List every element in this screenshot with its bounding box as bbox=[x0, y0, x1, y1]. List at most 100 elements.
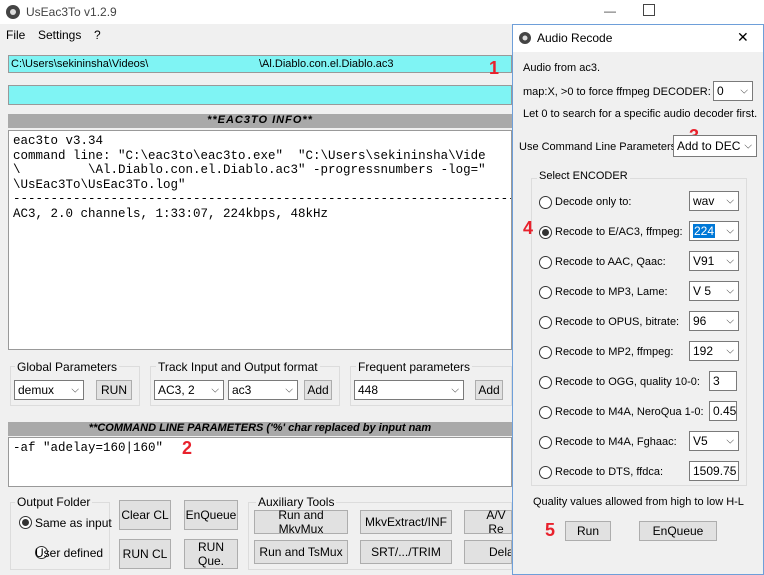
encoder-value: wav bbox=[693, 194, 715, 208]
same-as-input-radio[interactable] bbox=[19, 516, 32, 529]
encoder-value-select[interactable]: V91 ⌵ bbox=[689, 251, 739, 271]
encoder-radio[interactable] bbox=[539, 316, 552, 329]
run-tsmux-button[interactable]: Run and TsMux bbox=[254, 540, 348, 564]
dialog-run-button[interactable]: Run bbox=[565, 521, 611, 541]
maximize-icon[interactable] bbox=[643, 4, 655, 16]
chevron-down-icon: ⌵ bbox=[744, 140, 752, 152]
encoder-value: V 5 bbox=[693, 284, 712, 298]
clear-cl-button[interactable]: Clear CL bbox=[119, 500, 171, 530]
cmdline-params-select[interactable]: Add to DEC ⌵ bbox=[673, 135, 757, 157]
mkvextract-button[interactable]: MkvExtract/INF bbox=[360, 510, 452, 534]
encoder-radio[interactable] bbox=[539, 436, 552, 449]
encoder-value-select[interactable]: wav ⌵ bbox=[689, 191, 739, 211]
annotation-1: 1 bbox=[489, 58, 500, 78]
map-select[interactable]: 0 ⌵ bbox=[713, 81, 753, 101]
encoder-radio[interactable] bbox=[539, 406, 552, 419]
encoder-value-select[interactable]: V 5 ⌵ bbox=[689, 281, 739, 301]
output-path-field[interactable] bbox=[8, 85, 512, 105]
encoder-value-select[interactable]: 192 ⌵ bbox=[689, 341, 739, 361]
encoder-label: Recode to M4A, Fghaac: bbox=[555, 436, 677, 448]
menu-file[interactable]: File bbox=[6, 28, 25, 42]
dialog-enqueue-button[interactable]: EnQueue bbox=[639, 521, 717, 541]
app-icon bbox=[519, 32, 531, 44]
encoder-radio[interactable] bbox=[539, 196, 552, 209]
encoder-label: Recode to OPUS, bitrate: bbox=[555, 316, 680, 328]
menu-settings[interactable]: Settings bbox=[38, 28, 81, 42]
encoder-radio[interactable] bbox=[539, 376, 552, 389]
run-cl-button[interactable]: RUN CL bbox=[119, 539, 171, 569]
delaycut-button[interactable]: DelayCut bbox=[464, 540, 512, 564]
frequent-add-button[interactable]: Add bbox=[475, 380, 503, 400]
track-input-select[interactable]: AC3, 2 ⌵ bbox=[154, 380, 224, 400]
map-label: map:X, >0 to force ffmpeg DECODER: bbox=[523, 86, 711, 98]
audio-recode-dialog: Audio Recode ✕ Audio from ac3. map:X, >0… bbox=[512, 24, 764, 575]
chevron-down-icon: ⌵ bbox=[726, 465, 734, 477]
cmdline-value: -af "adelay=160|160" bbox=[13, 441, 164, 455]
encoder-value-field[interactable]: 3 bbox=[709, 371, 737, 391]
chevron-down-icon: ⌵ bbox=[285, 384, 293, 396]
encoder-label: Recode to AAC, Qaac: bbox=[555, 256, 666, 268]
encoder-radio[interactable] bbox=[539, 346, 552, 359]
run-mkvmux-button[interactable]: Run and MkvMux bbox=[254, 508, 348, 536]
track-output-select[interactable]: ac3 ⌵ bbox=[228, 380, 298, 400]
chevron-down-icon: ⌵ bbox=[211, 384, 219, 396]
dialog-title-bar: Audio Recode ✕ bbox=[513, 25, 763, 52]
run-queue-button[interactable]: RUN Que. bbox=[184, 539, 238, 569]
global-params-select[interactable]: demux ⌵ bbox=[14, 380, 84, 400]
global-run-button[interactable]: RUN bbox=[96, 380, 132, 400]
user-defined-label: User defined bbox=[35, 546, 104, 560]
srt-trim-button[interactable]: SRT/.../TRIM bbox=[360, 540, 452, 564]
chevron-down-icon: ⌵ bbox=[726, 315, 734, 327]
track-params-label: Track Input and Output format bbox=[156, 360, 320, 374]
encoder-value: 96 bbox=[693, 314, 707, 328]
menu-help[interactable]: ? bbox=[94, 28, 101, 42]
cmdline-params-label: Use Command Line Parameters bbox=[519, 141, 677, 153]
encoder-row: Decode only to: wav ⌵ bbox=[513, 188, 763, 218]
frequent-params-select[interactable]: 448 ⌵ bbox=[354, 380, 464, 400]
chevron-down-icon: ⌵ bbox=[726, 345, 734, 357]
frequent-params-label: Frequent parameters bbox=[356, 360, 473, 374]
chevron-down-icon: ⌵ bbox=[726, 195, 734, 207]
minimize-icon[interactable]: — bbox=[595, 0, 625, 24]
encoder-label: Recode to OGG, quality 10-0: bbox=[555, 376, 700, 388]
encoder-row: Recode to E/AC3, ffmpeg: 224 ⌵ bbox=[513, 218, 763, 248]
track-add-button[interactable]: Add bbox=[304, 380, 332, 400]
encoder-label: Recode to M4A, NeroQua 1-0: bbox=[555, 406, 704, 418]
audio-from-label: Audio from ac3. bbox=[523, 62, 601, 74]
encoder-radio[interactable] bbox=[539, 466, 552, 479]
chevron-down-icon: ⌵ bbox=[726, 285, 734, 297]
info-line: \ \Al.Diablo.con.el.Diablo.ac3" -progres… bbox=[13, 163, 486, 177]
encoder-radio[interactable] bbox=[539, 256, 552, 269]
input-path-field[interactable]: C:\Users\sekininsha\Videos\ \Al.Diablo.c… bbox=[8, 55, 512, 73]
info-output: eac3to v3.34 command line: "C:\eac3to\eac… bbox=[8, 130, 512, 350]
encoder-label: Recode to MP3, Lame: bbox=[555, 286, 668, 298]
dialog-title: Audio Recode bbox=[537, 31, 613, 45]
cmdline-input[interactable]: -af "adelay=160|160" bbox=[8, 437, 512, 487]
encoder-row: Recode to M4A, Fghaac: V5 ⌵ bbox=[513, 428, 763, 458]
encoder-value: V91 bbox=[693, 254, 715, 268]
title-bar: UsEac3To v1.2.9 — bbox=[0, 0, 764, 24]
encoder-value: 3 bbox=[713, 374, 720, 388]
av-resync-button[interactable]: A/V Re bbox=[464, 508, 512, 536]
encoder-value-select[interactable]: 224 ⌵ bbox=[689, 221, 739, 241]
encoder-value-select[interactable]: 96 ⌵ bbox=[689, 311, 739, 331]
aux-tools-label: Auxiliary Tools bbox=[256, 495, 337, 509]
info-line: \UsEac3To\UsEac3To.log" bbox=[13, 177, 186, 192]
chevron-down-icon: ⌵ bbox=[740, 85, 748, 97]
close-icon[interactable]: ✕ bbox=[737, 29, 749, 46]
encoder-value-select[interactable]: V5 ⌵ bbox=[689, 431, 739, 451]
enqueue-button[interactable]: EnQueue bbox=[184, 500, 238, 530]
encoder-row: Recode to MP2, ffmpeg: 192 ⌵ bbox=[513, 338, 763, 368]
info-line: command line: "C:\eac3to\eac3to.exe" "C:… bbox=[13, 148, 486, 163]
let0-note: Let 0 to search for a specific audio dec… bbox=[523, 108, 758, 120]
annotation-4: 4 bbox=[523, 218, 534, 238]
encoder-radio[interactable] bbox=[539, 286, 552, 299]
encoder-value-field[interactable]: 0.45 bbox=[709, 401, 737, 421]
chevron-down-icon: ⌵ bbox=[726, 435, 734, 447]
encoder-value: 0.45 bbox=[713, 404, 737, 418]
encoder-label: Recode to MP2, ffmpeg: bbox=[555, 346, 674, 358]
annotation-2: 2 bbox=[182, 438, 193, 458]
encoder-value-select[interactable]: 1509.75 ⌵ bbox=[689, 461, 739, 481]
chevron-down-icon: ⌵ bbox=[726, 255, 734, 267]
encoder-radio[interactable] bbox=[539, 226, 552, 239]
